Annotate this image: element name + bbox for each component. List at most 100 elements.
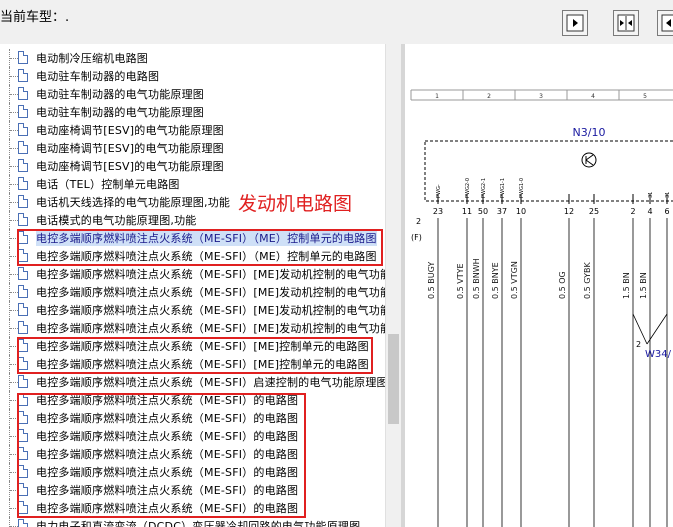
- document-icon: [18, 141, 28, 154]
- tree-connector: [10, 382, 18, 383]
- document-icon: [18, 159, 28, 172]
- wire-label: 0.5 GYBK: [583, 262, 592, 299]
- tree-item[interactable]: 电力电子和直流变流（DCDC）变压器冷却回路的电气功能原理图: [0, 517, 385, 527]
- wire-label: 0.5 OG: [558, 271, 567, 299]
- tree-connector: [10, 310, 18, 311]
- pin-number: 11: [462, 207, 472, 216]
- wire-label: 1.5 BN: [639, 272, 648, 299]
- tree-connector: [10, 184, 18, 185]
- document-icon: [18, 195, 28, 208]
- document-icon: [18, 213, 28, 226]
- tree-connector: [10, 58, 18, 59]
- document-icon: [18, 87, 28, 100]
- tree-item-label: 电动座椅调节[ESV]的电气功能原理图: [36, 142, 224, 155]
- pin-number: 4: [647, 207, 652, 216]
- tree-item-label: 电动制冷压缩机电路图: [36, 52, 148, 65]
- ruler-label: 5: [643, 93, 647, 100]
- pin-signal-label: PWG2-0: [465, 178, 471, 198]
- arrow-left-icon: [661, 14, 673, 32]
- view-single-button[interactable]: [562, 10, 588, 36]
- ruler-label: 4: [591, 93, 595, 100]
- side-label: (F): [411, 233, 422, 242]
- tree-connector: [10, 94, 18, 95]
- document-icon: [18, 375, 28, 388]
- pin-signal-label: PWG-: [436, 184, 442, 198]
- tree-item-label: 电动座椅调节[ESV]的电气功能原理图: [36, 124, 224, 137]
- highlight-box-me-control-unit: [17, 337, 373, 374]
- tree-item[interactable]: 电控多端顺序燃料喷注点火系统（ME-SFI）启速控制的电气功能原理图: [0, 373, 385, 391]
- pin-number: 12: [564, 207, 574, 216]
- tree-scrollbar[interactable]: [385, 44, 402, 527]
- document-icon: [18, 51, 28, 64]
- tree-item-label: 电话模式的电气功能原理图,功能: [36, 214, 197, 227]
- document-icon: [18, 123, 28, 136]
- circuit-diagram-svg: 1 2 3 4 5N3/102(F)PWG-230.5 BUGYPWG2-0110.5 …: [410, 89, 673, 527]
- document-icon: [18, 303, 28, 316]
- circuit-diagram[interactable]: 1 2 3 4 5 N3/10 2 (F) PWG- 23 0.5 BUGY PWG2-0 11 0.5 …: [405, 44, 673, 527]
- tree-item-label: 电控多端顺序燃料喷注点火系统（ME-SFI）[ME]发动机控制的电气功能: [36, 304, 385, 317]
- ground-label: W34/: [645, 349, 672, 360]
- tree-item[interactable]: 电控多端顺序燃料喷注点火系统（ME-SFI）[ME]发动机控制的电气功能: [0, 265, 385, 283]
- tree-item[interactable]: 电动驻车制动器的电路图: [0, 67, 385, 85]
- ruler-label: 1: [435, 93, 439, 100]
- document-icon: [18, 285, 28, 298]
- wire-label: 0.5 BUGY: [427, 262, 436, 299]
- tree-item-label: 电动驻车制动器的电气功能原理图: [36, 88, 204, 101]
- tree-item-label: 电力电子和直流变流（DCDC）变压器冷却回路的电气功能原理图: [36, 520, 361, 527]
- pin-number: 6: [664, 207, 669, 216]
- tree-connector: [10, 166, 18, 167]
- component-label: N3/10: [573, 126, 606, 139]
- tree-connector: [10, 274, 18, 275]
- transistor-symbol: [585, 159, 594, 166]
- pin-signal-label: 31: [665, 192, 671, 198]
- tree-item-label: 电动座椅调节[ESV]的电气功能原理图: [36, 160, 224, 173]
- wire-label: 0.5 BNWH: [472, 258, 481, 299]
- document-icon: [18, 69, 28, 82]
- ruler-label: 3: [539, 93, 543, 100]
- component-box: [424, 140, 673, 202]
- pin-signal-label: 31: [648, 192, 654, 198]
- document-icon: [18, 321, 28, 334]
- arrow-right-icon: [566, 14, 584, 32]
- highlight-box-me-sfi-circuits: [17, 393, 306, 518]
- document-icon: [18, 177, 28, 190]
- wire-label: 1.5 BN: [622, 272, 631, 299]
- arrows-split-icon: [617, 14, 635, 32]
- top-bar: 当前车型：.: [0, 0, 673, 45]
- transistor-symbol: [585, 154, 594, 161]
- pin-number: 50: [478, 207, 488, 216]
- ground-number: 2: [636, 340, 641, 349]
- wire-label: 0.5 VTGN: [510, 261, 519, 299]
- tree-item[interactable]: 电控多端顺序燃料喷注点火系统（ME-SFI）[ME]发动机控制的电气功能: [0, 319, 385, 337]
- tree-item[interactable]: 电动座椅调节[ESV]的电气功能原理图: [0, 121, 385, 139]
- tree-item[interactable]: 电控多端顺序燃料喷注点火系统（ME-SFI）[ME]发动机控制的电气功能: [0, 301, 385, 319]
- tree-connector: [10, 112, 18, 113]
- side-number: 2: [416, 217, 421, 226]
- pin-number: 25: [589, 207, 599, 216]
- pin-signal-label: PWG1-0: [519, 178, 525, 198]
- tree-item[interactable]: 电动座椅调节[ESV]的电气功能原理图: [0, 157, 385, 175]
- tree-item[interactable]: 电控多端顺序燃料喷注点火系统（ME-SFI）[ME]发动机控制的电气功能: [0, 283, 385, 301]
- pin-number: 2: [630, 207, 635, 216]
- highlight-box-control-unit: [17, 229, 383, 266]
- tree-item[interactable]: 电动座椅调节[ESV]的电气功能原理图: [0, 139, 385, 157]
- tree-item[interactable]: 电动制冷压缩机电路图: [0, 49, 385, 67]
- tree-connector: [10, 202, 18, 203]
- tree-item-label: 电话机天线选择的电气功能原理图,功能: [36, 196, 231, 209]
- wire-label: 0.5 BNYE: [491, 262, 500, 299]
- tree-item-label: 电动驻车制动器的电气功能原理图: [36, 106, 204, 119]
- tree-item-label: 电话（TEL）控制单元电路图: [36, 178, 180, 191]
- pin-signal-label: PWG2-1: [481, 178, 487, 198]
- scrollbar-thumb[interactable]: [388, 334, 399, 424]
- document-icon: [18, 519, 28, 527]
- tree-item-label: 电控多端顺序燃料喷注点火系统（ME-SFI）[ME]发动机控制的电气功能: [36, 322, 385, 335]
- tree-connector: [10, 76, 18, 77]
- view-split-button[interactable]: [613, 10, 639, 36]
- document-icon: [18, 267, 28, 280]
- tree-item[interactable]: 电动驻车制动器的电气功能原理图: [0, 85, 385, 103]
- tree-item[interactable]: 电动驻车制动器的电气功能原理图: [0, 103, 385, 121]
- view-next-button[interactable]: [657, 10, 673, 36]
- tree-item-label: 电动驻车制动器的电路图: [36, 70, 160, 83]
- tree-connector: [10, 328, 18, 329]
- wire-label: 0.5 VTYE: [456, 263, 465, 299]
